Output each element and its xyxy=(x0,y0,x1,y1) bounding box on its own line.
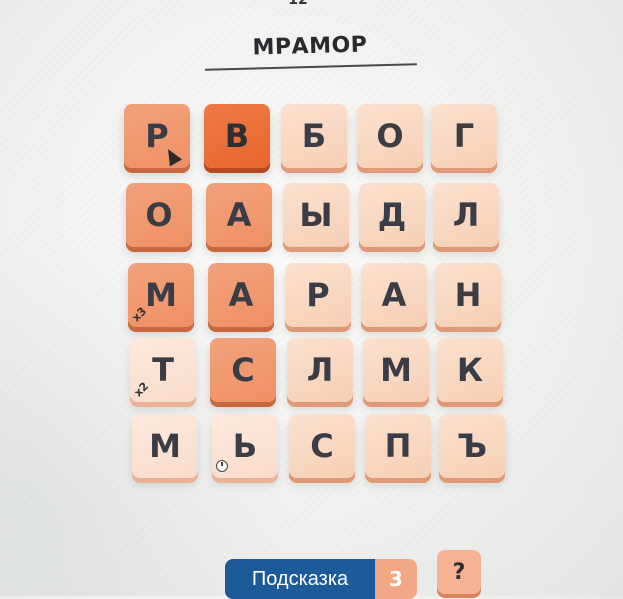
hint-count-badge: 3 xyxy=(375,559,417,599)
tile-letter: Н xyxy=(454,276,482,314)
tile-letter: Л xyxy=(452,196,480,234)
letter-tile[interactable]: Мx3 xyxy=(128,263,194,327)
tile-letter: Ъ xyxy=(456,427,488,465)
letter-tile[interactable]: Л xyxy=(433,183,499,247)
letter-tile[interactable]: М xyxy=(363,338,429,402)
hint-button[interactable]: Подсказка xyxy=(225,559,375,599)
tile-letter: К xyxy=(456,351,484,389)
letter-tile[interactable]: Б xyxy=(281,104,347,168)
clock-icon xyxy=(216,460,228,472)
letter-tile[interactable]: Л xyxy=(287,338,353,402)
letter-tile[interactable]: Г xyxy=(431,104,497,168)
letter-tile[interactable]: Ы xyxy=(283,183,349,247)
tile-letter: Г xyxy=(453,117,475,155)
tile-letter: М xyxy=(380,351,412,389)
letter-tile[interactable]: Н xyxy=(435,263,501,327)
letter-tile[interactable]: П xyxy=(365,414,431,478)
tile-letter: Ы xyxy=(299,196,333,234)
letter-tile[interactable]: В xyxy=(204,104,270,168)
tile-letter: Л xyxy=(306,351,334,389)
tile-letter: Ь xyxy=(232,427,258,465)
tile-letter: Д xyxy=(377,196,407,234)
help-button[interactable]: ? xyxy=(437,550,481,594)
letter-tile[interactable]: А xyxy=(208,263,274,327)
letter-tile[interactable]: Р xyxy=(285,263,351,327)
tile-letter: С xyxy=(310,427,334,465)
tile-letter: Т xyxy=(152,351,174,389)
letter-tile[interactable]: А xyxy=(206,183,272,247)
tile-letter: О xyxy=(145,196,173,234)
tile-letter: М xyxy=(149,427,181,465)
letter-tile[interactable]: С xyxy=(289,414,355,478)
tile-letter: А xyxy=(381,276,407,314)
letter-tile[interactable]: О xyxy=(357,104,423,168)
letter-tile[interactable]: Д xyxy=(359,183,425,247)
letter-tile[interactable]: К xyxy=(437,338,503,402)
letter-grid: Р В Б О Г О А Ы Д Л Мx3 А Р А Н Тx2 С Л М К М Ь С П Ъ xyxy=(0,0,623,596)
letter-tile[interactable]: М xyxy=(132,414,198,478)
tile-letter: А xyxy=(228,276,254,314)
letter-tile[interactable]: Тx2 xyxy=(130,338,196,402)
tile-letter: О xyxy=(376,117,404,155)
letter-tile[interactable]: О xyxy=(126,183,192,247)
multiplier-badge: x2 xyxy=(131,379,152,400)
tile-letter: С xyxy=(231,351,255,389)
tile-letter: П xyxy=(384,427,412,465)
tile-letter: М xyxy=(145,276,177,314)
letter-tile[interactable]: С xyxy=(210,338,276,402)
letter-tile[interactable]: А xyxy=(361,263,427,327)
tile-letter: Б xyxy=(301,117,327,155)
letter-tile[interactable]: Ъ xyxy=(439,414,505,478)
tile-letter: В xyxy=(224,117,250,155)
tile-letter: А xyxy=(226,196,252,234)
letter-tile[interactable]: Ь xyxy=(212,414,278,478)
tile-letter: Р xyxy=(306,276,330,314)
